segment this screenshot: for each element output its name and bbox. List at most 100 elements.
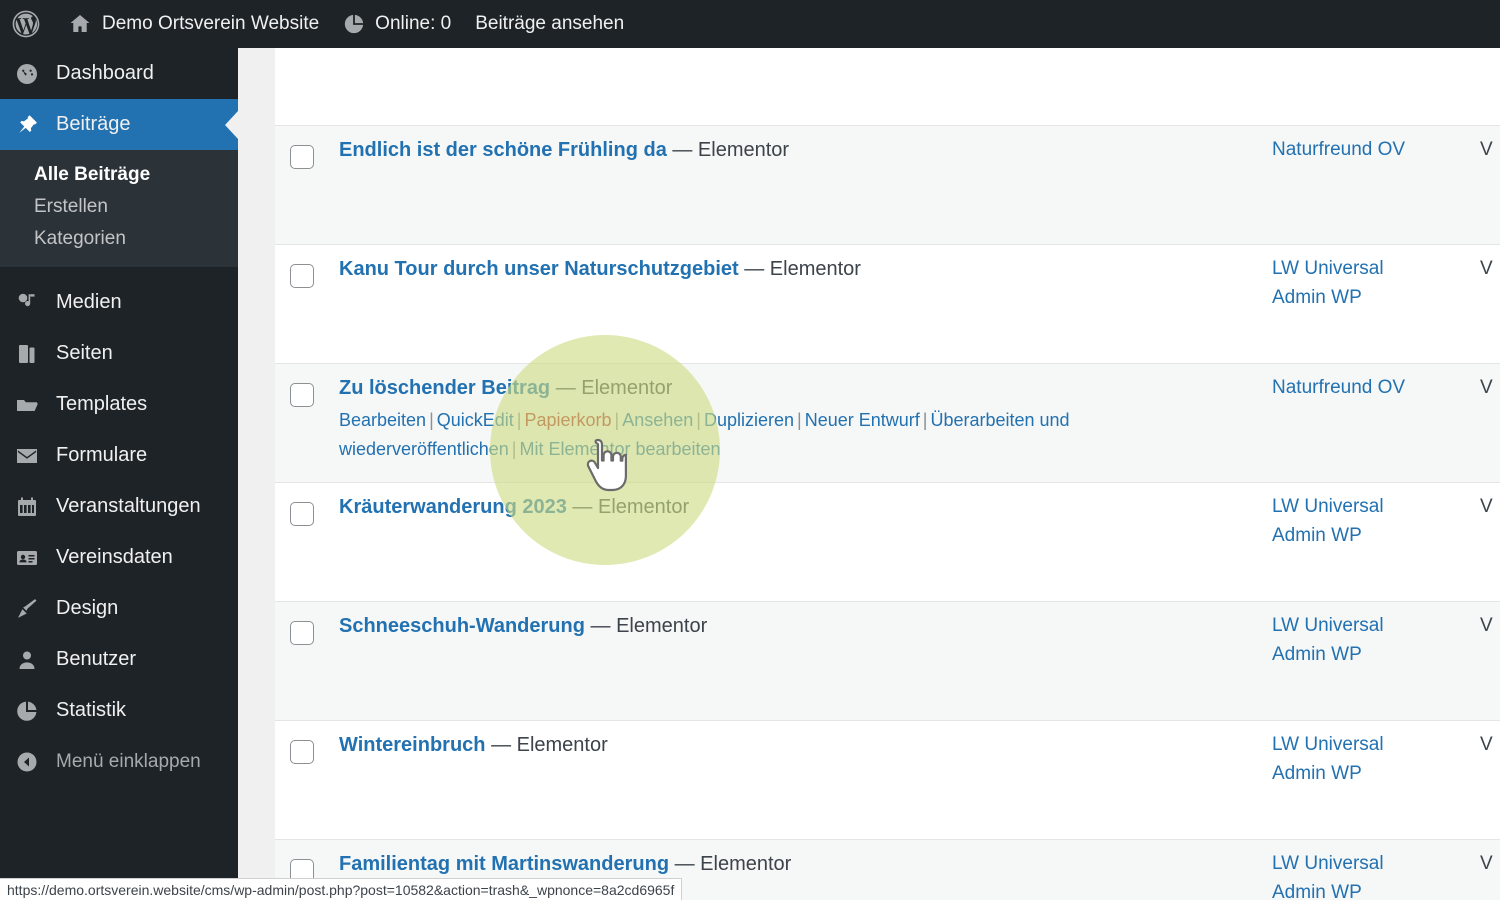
post-title-link[interactable]: Endlich ist der schöne Frühling da — Ele… xyxy=(339,136,1260,165)
row-action-quickedit[interactable]: QuickEdit xyxy=(437,410,514,430)
sidebar-item-vereinsdaten[interactable]: Vereinsdaten xyxy=(0,532,238,583)
row-action-duplizieren[interactable]: Duplizieren xyxy=(704,410,794,430)
sidebar-item-veranstaltungen[interactable]: Veranstaltungen xyxy=(0,481,238,532)
dashboard-icon xyxy=(14,61,40,87)
post-title-link[interactable]: Wintereinbruch — Elementor xyxy=(339,731,1260,760)
action-separator: | xyxy=(922,410,928,430)
sidebar-item-templates[interactable]: Templates xyxy=(0,379,238,430)
site-name-menu[interactable]: Demo Ortsverein Website xyxy=(56,0,331,48)
table-row[interactable]: Schneeschuh-Wanderung — Elementor LW Uni… xyxy=(275,601,1500,720)
row-checkbox[interactable] xyxy=(290,145,314,169)
post-title-suffix: — Elementor xyxy=(491,734,608,756)
post-title-text: Kräuterwanderung 2023 xyxy=(339,496,567,518)
title-cell: Wintereinbruch — Elementor xyxy=(339,731,1260,760)
date-cell: V xyxy=(1480,377,1493,398)
date-cell: V xyxy=(1480,853,1493,874)
author-cell[interactable]: LW Universal Admin WP xyxy=(1272,612,1422,669)
table-row[interactable]: Kanu Tour durch unser Naturschutzgebiet … xyxy=(275,244,1500,363)
action-separator: | xyxy=(516,410,522,430)
row-checkbox[interactable] xyxy=(290,740,314,764)
table-row[interactable]: Kräuterwanderung 2023 — Elementor LW Uni… xyxy=(275,482,1500,601)
table-row[interactable]: Zu löschender Beitrag — Elementor Bearbe… xyxy=(275,363,1500,482)
post-title-link[interactable]: Kanu Tour durch unser Naturschutzgebiet … xyxy=(339,255,1260,284)
sidebar-subitem-kategorien[interactable]: Kategorien xyxy=(0,223,238,255)
sidebar-item-medien[interactable]: Medien xyxy=(0,277,238,328)
paintbrush-icon xyxy=(14,596,40,622)
post-title-link[interactable]: Schneeschuh-Wanderung — Elementor xyxy=(339,612,1260,641)
post-title-suffix: — Elementor xyxy=(744,258,861,280)
sidebar-item-statistik[interactable]: Statistik xyxy=(0,685,238,736)
row-action-neuer-entwurf[interactable]: Neuer Entwurf xyxy=(805,410,920,430)
sidebar-item-seiten[interactable]: Seiten xyxy=(0,328,238,379)
author-cell[interactable]: Naturfreund OV xyxy=(1272,374,1422,403)
post-title-link[interactable]: Familientag mit Martinswanderung — Eleme… xyxy=(339,850,1260,879)
sidebar-item-beitraege[interactable]: Beiträge xyxy=(0,99,238,150)
action-separator: | xyxy=(797,410,802,430)
pages-icon xyxy=(14,341,40,367)
sidebar-item-formulare[interactable]: Formulare xyxy=(0,430,238,481)
sidebar-divider xyxy=(0,267,238,277)
row-checkbox[interactable] xyxy=(290,502,314,526)
wordpress-logo-icon xyxy=(12,10,40,38)
sidebar-item-label: Benutzer xyxy=(56,648,137,670)
post-title-suffix: — Elementor xyxy=(674,853,792,875)
view-posts-link[interactable]: Beiträge ansehen xyxy=(463,0,636,48)
post-title-suffix: — Elementor xyxy=(590,615,708,637)
date-cell: V xyxy=(1480,496,1493,517)
sidebar-item-label: Design xyxy=(56,597,119,619)
table-row[interactable]: Wintereinbruch — Elementor LW Universal … xyxy=(275,720,1500,839)
sidebar-item-dashboard[interactable]: Dashboard xyxy=(0,48,238,99)
author-cell[interactable]: LW Universal Admin WP xyxy=(1272,493,1422,550)
wordpress-logo-button[interactable] xyxy=(0,0,56,48)
beitraege-submenu: Alle Beiträge Erstellen Kategorien xyxy=(0,150,238,267)
row-action-mit-elementor-bearbeiten[interactable]: Mit Elementor bearbeiten xyxy=(519,439,720,459)
sidebar-item-label: Statistik xyxy=(56,699,127,721)
post-title-link[interactable]: Kräuterwanderung 2023 — Elementor xyxy=(339,493,1260,522)
table-row[interactable]: Endlich ist der schöne Frühling da — Ele… xyxy=(275,125,1500,244)
row-checkbox[interactable] xyxy=(290,621,314,645)
author-name: LW Universal Admin WP xyxy=(1272,496,1384,546)
collapse-menu-label: Menü einklappen xyxy=(56,750,201,772)
user-icon xyxy=(14,647,40,673)
sidebar-item-label: Dashboard xyxy=(56,62,154,84)
sidebar-item-design[interactable]: Design xyxy=(0,583,238,634)
view-posts-label: Beiträge ansehen xyxy=(475,13,625,34)
action-separator: | xyxy=(614,410,620,430)
author-cell[interactable]: Naturfreund OV xyxy=(1272,136,1422,165)
author-name: Naturfreund OV xyxy=(1272,139,1406,160)
post-title-text: Schneeschuh-Wanderung xyxy=(339,615,585,637)
sidebar-item-label: Formulare xyxy=(56,444,148,466)
sidebar-item-label: Seiten xyxy=(56,342,113,364)
row-action-bearbeiten[interactable]: Bearbeiten xyxy=(339,410,426,430)
calendar-icon xyxy=(14,494,40,520)
action-separator: | xyxy=(511,438,517,459)
action-separator: | xyxy=(429,410,434,430)
folder-icon xyxy=(14,392,40,418)
online-counter[interactable]: Online: 0 xyxy=(331,0,463,48)
row-action-ansehen[interactable]: Ansehen xyxy=(622,410,693,430)
row-checkbox[interactable] xyxy=(290,383,314,407)
collapse-menu-button[interactable]: Menü einklappen xyxy=(0,736,238,787)
sidebar-subitem-alle-beitraege[interactable]: Alle Beiträge xyxy=(0,159,238,191)
sidebar-item-benutzer[interactable]: Benutzer xyxy=(0,634,238,685)
online-count-label: Online: 0 xyxy=(375,13,452,34)
row-checkbox[interactable] xyxy=(290,264,314,288)
sidebar-subitem-erstellen[interactable]: Erstellen xyxy=(0,191,238,223)
author-name: LW Universal Admin WP xyxy=(1272,853,1384,900)
posts-table: Endlich ist der schöne Frühling da — Ele… xyxy=(275,48,1500,900)
sidebar-item-label: Vereinsdaten xyxy=(56,546,173,568)
row-action-papierkorb[interactable]: Papierkorb xyxy=(524,410,611,430)
envelope-icon xyxy=(14,443,40,469)
author-cell[interactable]: LW Universal Admin WP xyxy=(1272,731,1422,788)
post-title-suffix: — Elementor xyxy=(572,496,690,518)
post-title-link[interactable]: Zu löschender Beitrag — Elementor xyxy=(339,374,1260,403)
post-title-text: Zu löschender Beitrag xyxy=(339,377,551,399)
author-cell[interactable]: LW Universal Admin WP xyxy=(1272,255,1422,312)
post-title-text: Kanu Tour durch unser Naturschutzgebiet xyxy=(339,258,739,280)
sidebar-item-label: Templates xyxy=(56,393,148,415)
table-row[interactable] xyxy=(275,48,1500,125)
author-name: Naturfreund OV xyxy=(1272,377,1406,398)
date-cell: V xyxy=(1480,139,1493,160)
sidebar-item-label: Medien xyxy=(56,291,122,313)
author-cell[interactable]: LW Universal Admin WP xyxy=(1272,850,1422,900)
